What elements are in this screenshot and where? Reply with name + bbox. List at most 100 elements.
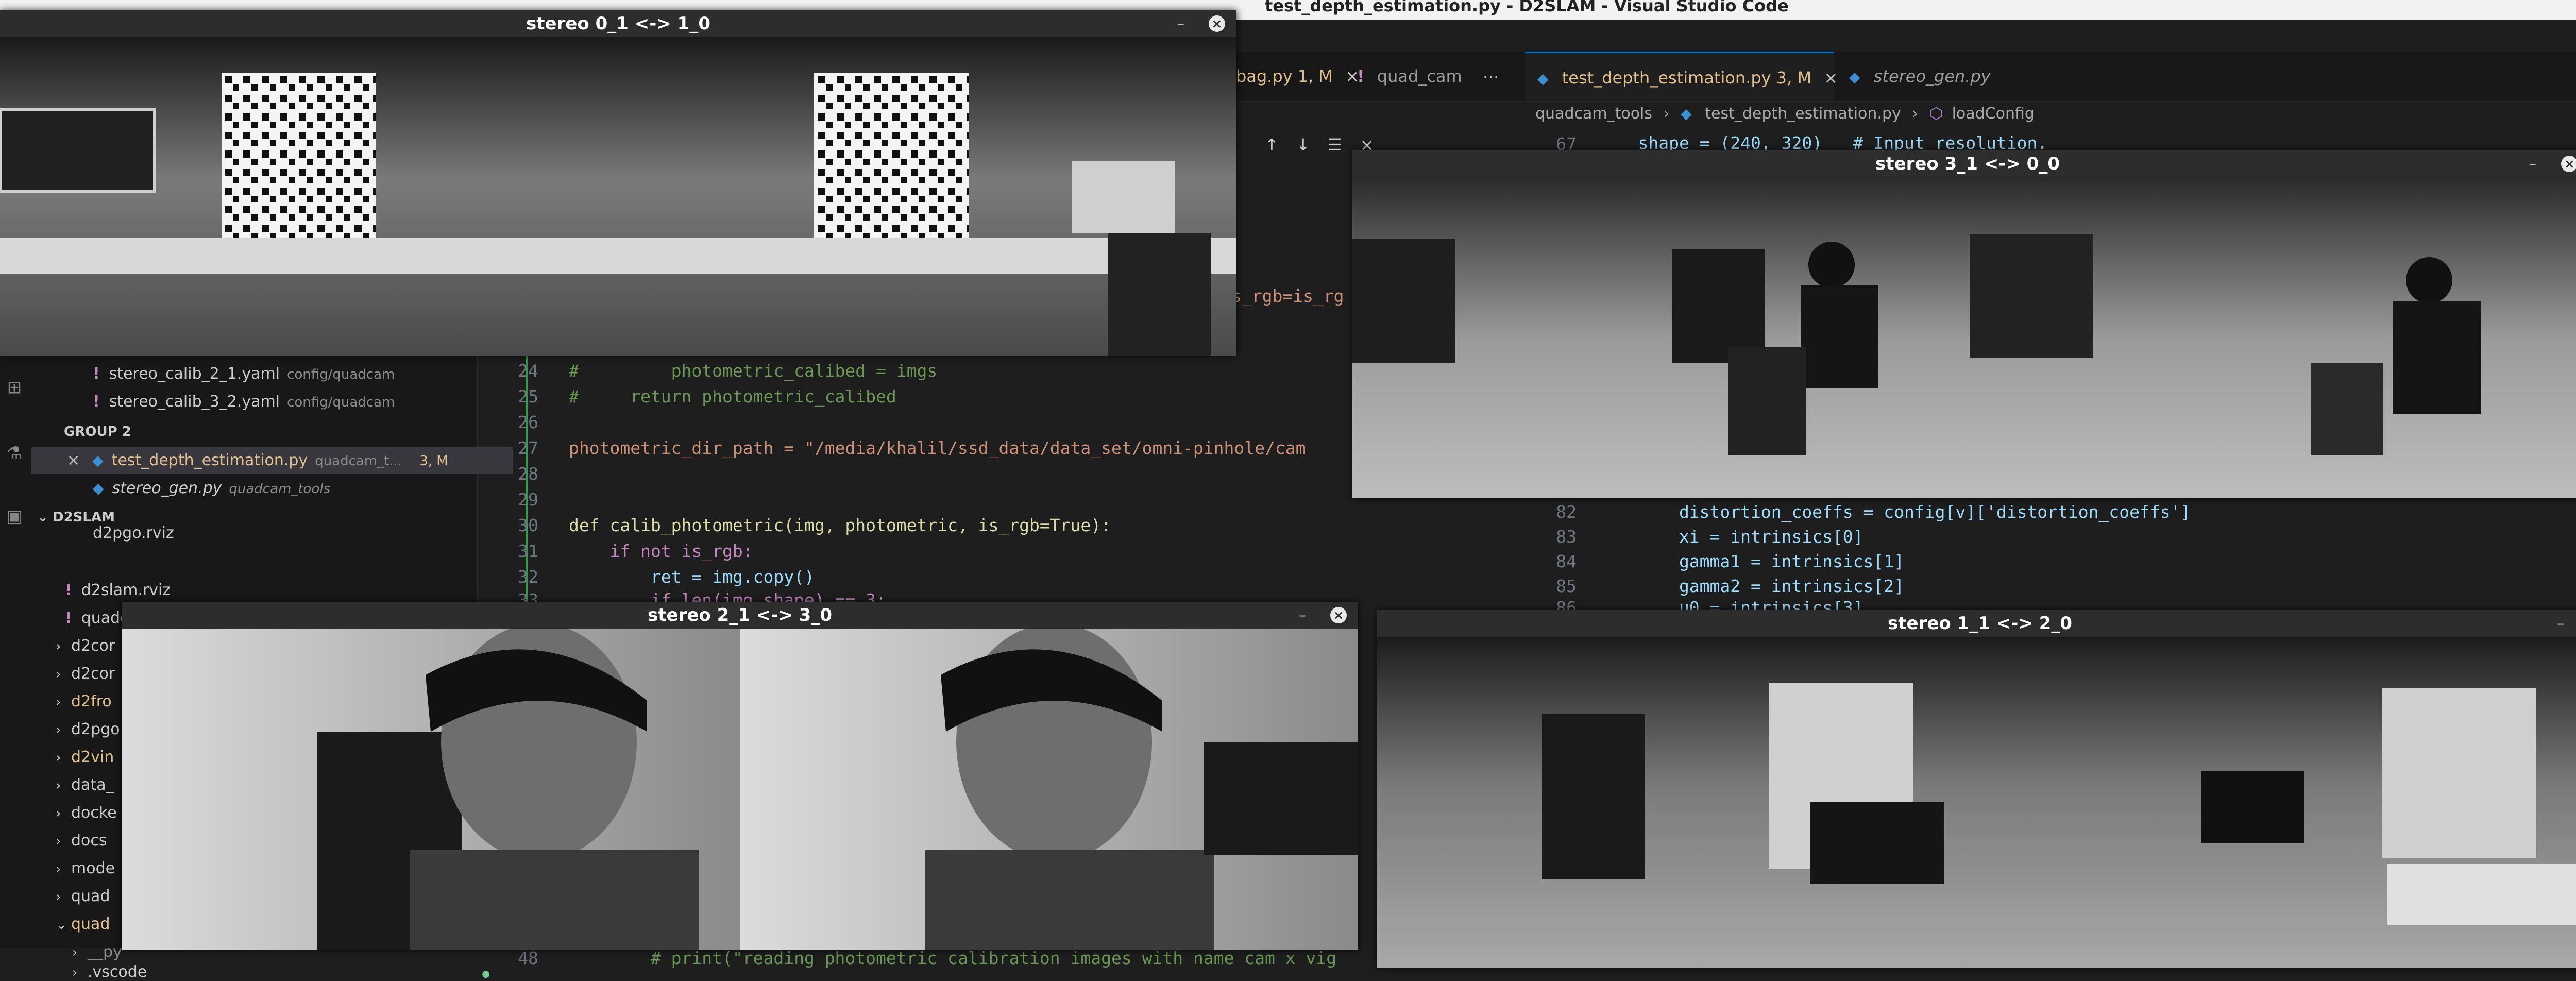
file-path: quadcam_tools — [229, 481, 331, 497]
open-editor-item[interactable]: ! stereo_calib_2_1.yaml config/quadcam — [31, 361, 538, 387]
status-badge: 3, M — [419, 453, 448, 469]
tab-test-depth-estimation[interactable]: ◆ test_depth_estimation.py 3, M × — [1525, 52, 1838, 101]
warning-icon: ! — [1357, 66, 1365, 86]
folder-name: d2pgo — [71, 720, 120, 738]
folder-name: data_ — [71, 776, 114, 794]
breadcrumb-symbol[interactable]: loadConfig — [1952, 105, 2035, 123]
previous-match-icon[interactable]: ↑ — [1265, 135, 1279, 155]
file-name: stereo_gen.py — [112, 479, 222, 497]
close-icon[interactable]: × — [1209, 15, 1225, 32]
window-title-bar[interactable]: stereo 3_1 <-> 0_0 — [1352, 150, 2576, 177]
editor-tab-strip: bag.py 1, M × ! quad_cam ⋯ ◆ test_depth_… — [1224, 52, 2576, 102]
code-line: gamma1 = intrinsics[1] — [1597, 551, 1905, 571]
stereo-window-0-1-1-0[interactable]: stereo 0_1 <-> 1_0 – × — [0, 10, 1236, 356]
tab-quad-cam[interactable]: ! quad_cam ⋯ — [1345, 52, 1530, 101]
file-name: test_depth_estimation.py — [111, 451, 308, 469]
line-number: 48 — [518, 948, 538, 968]
group-header[interactable]: GROUP 2 — [31, 418, 510, 445]
line-number: 26 — [518, 412, 538, 432]
yaml-file-icon: ! — [65, 609, 72, 627]
chevron-right-icon: › — [56, 750, 61, 766]
line-number: 85 — [1556, 576, 1577, 596]
tree-file[interactable]: ! d2slam.rviz — [31, 577, 511, 604]
python-file-icon: ◆ — [1849, 69, 1860, 86]
open-editor-item-active[interactable]: × ◆ test_depth_estimation.py quadcam_t... 3,… — [31, 447, 513, 474]
python-file-icon: ◆ — [92, 452, 104, 469]
python-file-icon: ◆ — [1537, 70, 1549, 87]
yaml-file-icon: ! — [93, 365, 100, 383]
chevron-right-icon: › — [56, 778, 61, 793]
minimize-icon[interactable]: – — [2557, 610, 2564, 637]
chevron-right-icon: › — [72, 945, 78, 960]
next-match-icon[interactable]: ↓ — [1296, 135, 1310, 155]
open-editor-item[interactable]: ◆ stereo_gen.py quadcam_tools — [31, 475, 538, 502]
line-number: 84 — [1556, 551, 1577, 571]
stereo-window-2-1-3-0[interactable]: stereo 2_1 <-> 3_0 – × — [122, 602, 1358, 950]
close-icon[interactable]: × — [67, 451, 80, 469]
line-number: 31 — [518, 541, 538, 561]
tab-close-icon[interactable]: × — [1824, 68, 1838, 88]
code-line: gamma2 = intrinsics[2] — [1597, 576, 1905, 596]
minimize-icon[interactable]: – — [1299, 602, 1306, 629]
chevron-right-icon: › — [56, 834, 61, 849]
code-line: xi = intrinsics[0] — [1597, 527, 1863, 547]
stereo-image-pair — [1352, 177, 2576, 498]
folder-name: d2cor — [71, 665, 115, 683]
line-number: 29 — [518, 489, 538, 510]
chevron-right-icon: › — [56, 667, 61, 682]
window-title-bar[interactable]: stereo 0_1 <-> 1_0 — [0, 10, 1236, 37]
stereo-window-1-1-2-0[interactable]: stereo 1_1 <-> 2_0 – — [1377, 610, 2576, 968]
stereo-window-3-1-0-0[interactable]: stereo 3_1 <-> 0_0 – × — [1352, 150, 2576, 498]
chevron-right-icon: › — [56, 722, 61, 738]
tree-file[interactable]: d2pgo.rviz — [31, 525, 538, 542]
chevron-right-icon: › — [56, 889, 61, 905]
tab-label: test_depth_estimation.py 3, M — [1562, 68, 1812, 88]
breadcrumb: quadcam_tools › ◆ test_depth_estimation.… — [1535, 101, 2035, 127]
file-name: d2slam.rviz — [81, 581, 171, 599]
extensions-icon[interactable]: ⊞ — [4, 377, 25, 398]
file-name: d2pgo.rviz — [93, 525, 174, 542]
stereo-image-pair — [122, 629, 1358, 950]
folder-name: d2cor — [71, 637, 115, 655]
minimize-icon[interactable]: – — [1177, 10, 1184, 37]
file-name: stereo_calib_3_2.yaml — [109, 393, 280, 411]
close-icon[interactable]: × — [1330, 607, 1347, 623]
docker-icon[interactable]: ▣ — [4, 506, 25, 527]
tab-stereo-gen[interactable]: ◆ stereo_gen.py — [1837, 52, 2012, 101]
code-line: ret = img.copy() — [569, 567, 815, 587]
breadcrumb-file[interactable]: test_depth_estimation.py — [1705, 105, 1901, 123]
tab-label: quad_cam — [1377, 66, 1462, 86]
minimize-icon[interactable]: – — [2529, 150, 2536, 177]
code-fragment: s_rgb=is_rg — [1231, 286, 1344, 306]
breadcrumb-folder[interactable]: quadcam_tools — [1535, 105, 1652, 123]
line-number: 25 — [518, 386, 538, 407]
chevron-down-icon: ⌄ — [56, 917, 67, 933]
stereo-image-pair — [1377, 637, 2576, 968]
more-actions-icon[interactable]: ⋯ — [1483, 66, 1499, 86]
code-line: u0 = intrinsics[3] — [1597, 598, 1863, 611]
window-title-bar[interactable]: stereo 2_1 <-> 3_0 — [122, 602, 1358, 629]
folder-name: d2vin — [71, 748, 114, 766]
window-title-bar[interactable]: stereo 1_1 <-> 2_0 — [1377, 610, 2576, 637]
line-number: 24 — [518, 361, 538, 381]
file-path: quadcam_t... — [315, 453, 402, 469]
folder-name: d2fro — [71, 692, 112, 711]
folder-name: __py — [88, 943, 122, 961]
tab-bag[interactable]: bag.py 1, M × — [1224, 52, 1359, 101]
code-line: # print("reading photometric calibration… — [569, 948, 1337, 968]
window-title: stereo 1_1 <-> 2_0 — [1888, 613, 2072, 634]
window-title: stereo 0_1 <-> 1_0 — [526, 13, 710, 34]
yaml-file-icon: ! — [93, 393, 100, 411]
find-in-selection-icon[interactable]: ☰ — [1328, 135, 1343, 155]
folder-name: .vscode — [88, 963, 147, 981]
chevron-right-icon: › — [72, 965, 78, 980]
line-number: 83 — [1556, 527, 1577, 547]
line-number: 86 — [1556, 598, 1577, 611]
project-name: D2SLAM — [53, 510, 115, 525]
line-number: 32 — [518, 567, 538, 587]
window-title: stereo 2_1 <-> 3_0 — [648, 605, 832, 625]
close-icon[interactable]: × — [2561, 156, 2576, 172]
open-editor-item[interactable]: ! stereo_calib_3_2.yaml config/quadcam — [31, 388, 538, 415]
testing-icon[interactable]: ⚗ — [4, 443, 25, 464]
file-path: config/quadcam — [287, 395, 395, 410]
